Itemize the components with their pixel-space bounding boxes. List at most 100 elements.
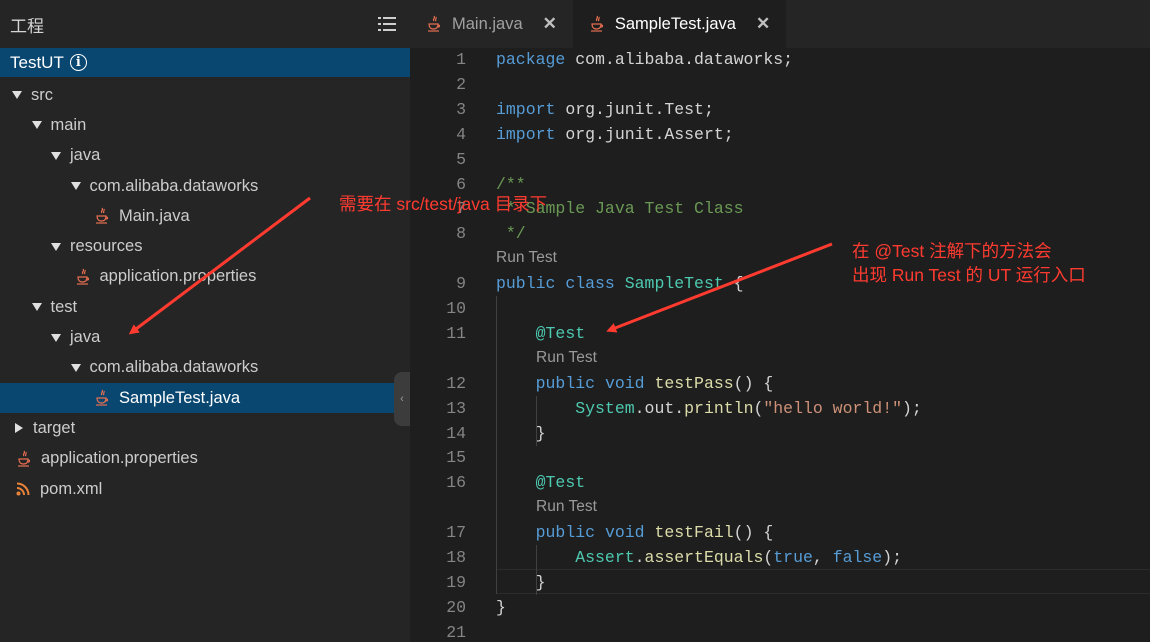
close-icon[interactable]: ✕	[756, 14, 770, 34]
line-number: 1	[456, 50, 466, 69]
code-text: public class SampleTest {	[496, 274, 744, 294]
caret-down-icon[interactable]	[70, 182, 81, 191]
code-line: 13 System.out.println("hello world!");	[410, 397, 1150, 422]
caret-down-icon[interactable]	[12, 91, 22, 100]
code-text: /**	[496, 174, 526, 194]
java-file-icon	[16, 450, 32, 468]
code-line: 21	[410, 621, 1150, 642]
code-line: 5	[410, 148, 1150, 173]
code-line: 2	[410, 73, 1150, 98]
tree-item-label: java	[70, 146, 101, 165]
caret-right-icon[interactable]	[15, 423, 23, 434]
code-text: import org.junit.Test;	[496, 99, 714, 119]
code-line: 4 import org.junit.Assert;	[410, 123, 1150, 148]
indent-guide	[536, 545, 537, 595]
tree-item-label: application.properties	[41, 449, 198, 468]
tree-item-label: pom.xml	[40, 479, 103, 498]
caret-down-icon[interactable]	[31, 303, 42, 312]
tree-item[interactable]: main	[0, 110, 410, 140]
code-line: 18 Assert.assertEquals(true, false);	[410, 546, 1150, 571]
caret-down-icon[interactable]	[70, 363, 81, 372]
tree-item-label: src	[31, 85, 53, 104]
code-text: public void testPass() {	[535, 373, 774, 393]
code-text: */	[496, 224, 526, 244]
code-line: 15	[410, 446, 1150, 471]
indent-guide	[536, 396, 537, 446]
tree-item[interactable]: application.properties	[0, 262, 410, 292]
tab-label: SampleTest.java	[614, 14, 736, 33]
close-icon[interactable]: ✕	[543, 14, 557, 34]
code-line: 14 }	[410, 422, 1150, 447]
caret-down-icon[interactable]	[31, 121, 42, 130]
java-file-icon	[75, 268, 91, 286]
tree-item[interactable]: pom.xml	[0, 474, 410, 504]
line-number: 3	[456, 99, 466, 119]
tree-item-label: main	[50, 115, 87, 134]
run-test-codelens[interactable]: Run Test	[536, 498, 597, 516]
run-test-codelens[interactable]: Run Test	[536, 349, 597, 367]
caret-down-icon[interactable]	[51, 242, 61, 251]
line-number: 14	[446, 423, 466, 443]
line-number: 11	[446, 323, 466, 343]
caret-down-icon[interactable]	[51, 333, 61, 342]
code-text: import org.junit.Assert;	[496, 124, 734, 144]
info-icon[interactable]: i	[69, 54, 87, 71]
tree-item[interactable]: resources	[0, 231, 410, 261]
code-line: 12 public void testPass() {	[410, 372, 1150, 397]
line-number: 13	[446, 398, 466, 418]
tree-item-label: java	[70, 328, 101, 347]
java-file-icon	[94, 389, 110, 407]
line-number: 21	[446, 622, 466, 642]
tree-item-label: resources	[70, 237, 143, 256]
xml-file-icon	[16, 482, 30, 496]
tree-item-label: com.alibaba.dataworks	[89, 176, 259, 195]
code-text: Assert.assertEquals(true, false);	[575, 548, 903, 567]
tree-item[interactable]: target	[0, 413, 410, 443]
line-number: 15	[446, 448, 466, 468]
tree-item-label: application.properties	[99, 267, 257, 286]
tree-item[interactable]: SampleTest.java	[0, 382, 410, 414]
tree-item-label: Main.java	[119, 206, 190, 225]
caret-down-icon[interactable]	[51, 151, 61, 160]
tree-item[interactable]: java	[0, 322, 410, 352]
line-number: 16	[446, 473, 466, 493]
annotation-test-dir: 需要在 src/test/java 目录下	[339, 194, 548, 214]
list-menu-icon[interactable]	[378, 17, 396, 31]
tree-item-label: SampleTest.java	[119, 388, 241, 407]
java-file-icon	[589, 15, 605, 33]
tree-item-label: target	[33, 418, 76, 437]
tab-sampletest-java[interactable]: SampleTest.java ✕	[572, 0, 787, 48]
code-line: 3 import org.junit.Test;	[410, 98, 1150, 123]
run-test-codelens[interactable]: Run Test	[496, 249, 557, 267]
file-tree: src main java com.alibaba.dataworks Main.jav…	[0, 80, 410, 504]
tree-item[interactable]: application.properties	[0, 444, 410, 474]
tree-item[interactable]: com.alibaba.dataworks	[0, 353, 410, 383]
code-line: 17 public void testFail() {	[410, 521, 1150, 546]
code-text: }	[496, 423, 546, 443]
line-number: 8	[456, 224, 466, 244]
line-number: 6	[456, 174, 466, 194]
collapse-sidebar-handle[interactable]: ‹	[394, 372, 410, 426]
explorer-title: 工程	[10, 16, 44, 36]
line-number: 4	[456, 124, 466, 144]
line-number: 2	[456, 74, 466, 94]
code-text: @Test	[535, 323, 586, 343]
tree-item-label: test	[50, 297, 78, 316]
code-editor[interactable]: 1 package com.alibaba.dataworks; 2 3 import …	[410, 48, 1150, 642]
code-line: 16 @Test	[410, 471, 1150, 496]
tree-item[interactable]: java	[0, 141, 410, 171]
code-line: 19 }	[410, 571, 1150, 596]
code-text: public void testFail() {	[535, 523, 774, 543]
tree-item[interactable]: test	[0, 292, 410, 322]
code-line: 10	[410, 297, 1150, 322]
editor-tabbar: Main.java ✕ SampleTest.java ✕	[410, 0, 1150, 48]
java-file-icon	[94, 207, 110, 225]
code-text: }	[496, 597, 506, 617]
code-text: }	[496, 572, 546, 592]
annotation-run-test-line2: 出现 Run Test 的 UT 运行入口	[852, 265, 1086, 285]
line-number: 9	[456, 274, 466, 294]
tab-main-java[interactable]: Main.java ✕	[410, 0, 573, 48]
line-number: 5	[456, 149, 466, 169]
tree-item[interactable]: src	[0, 80, 410, 110]
project-root[interactable]: TestUT i	[0, 48, 410, 77]
